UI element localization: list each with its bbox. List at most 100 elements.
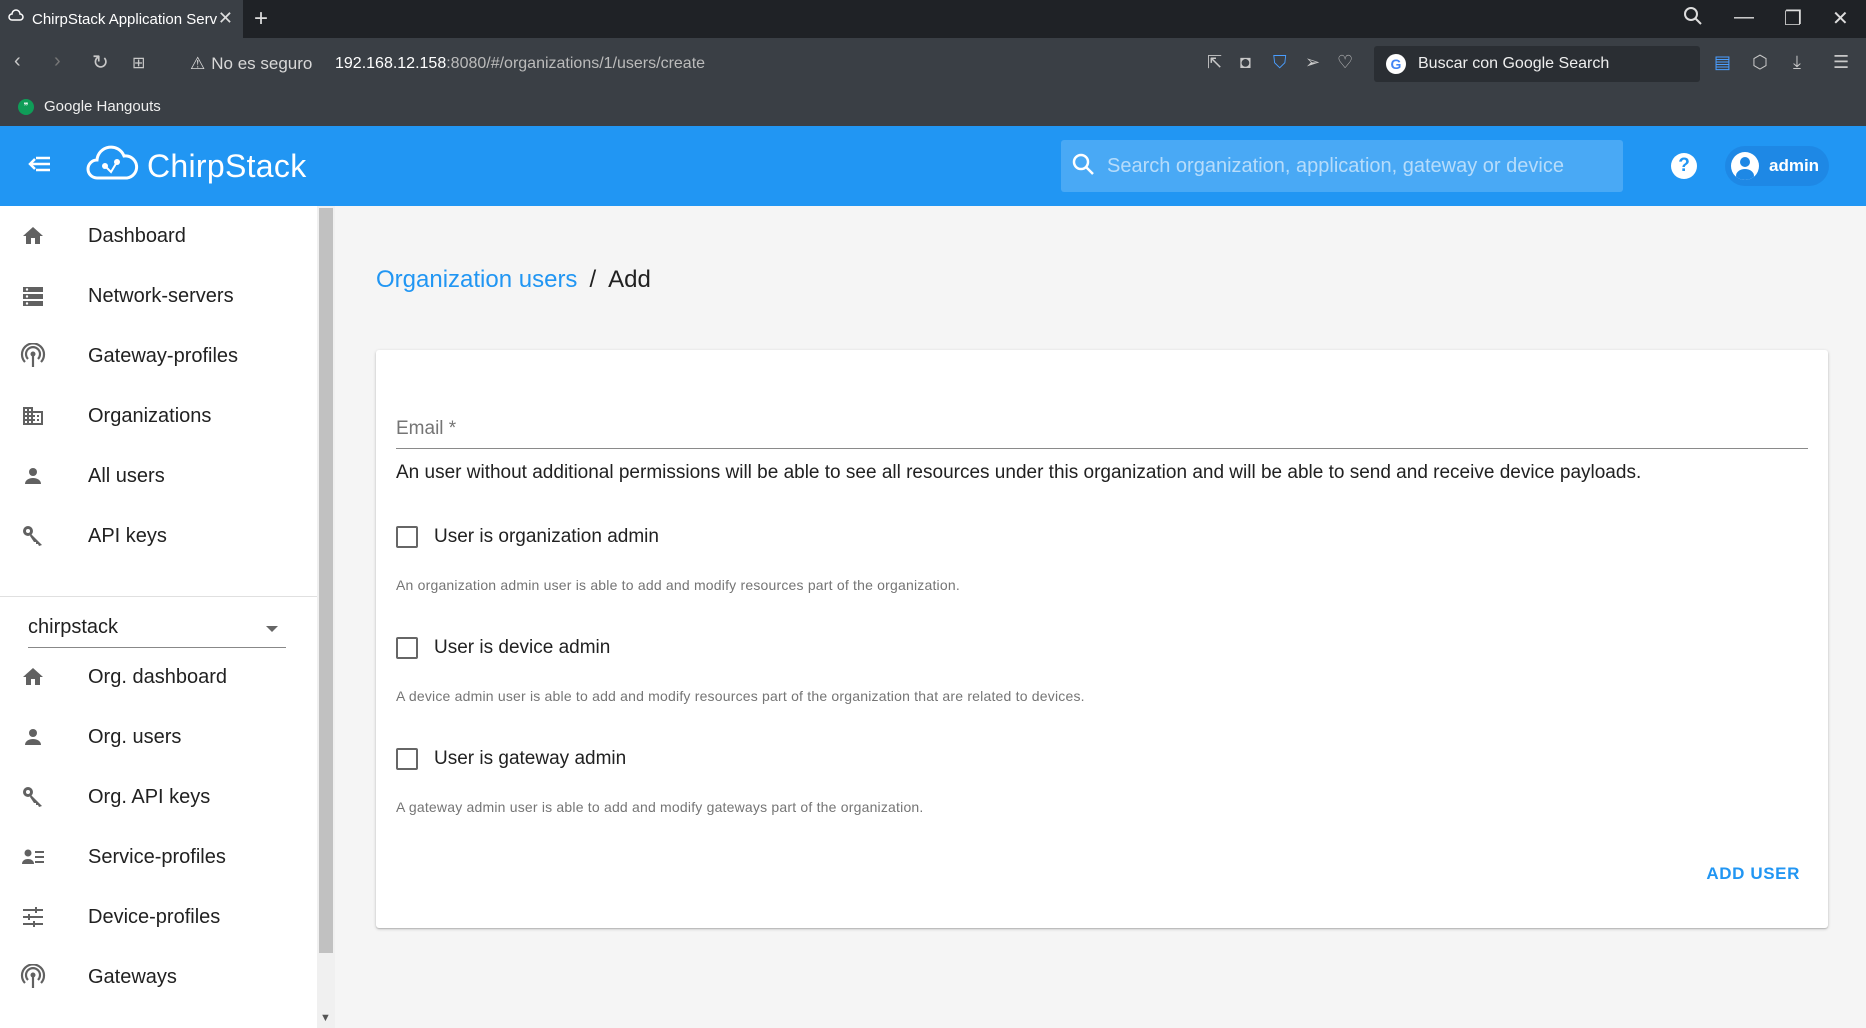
- sidebar-item-label: All users: [88, 464, 165, 487]
- minimize-icon[interactable]: —: [1734, 6, 1754, 29]
- device-admin-checkbox-label: User is device admin: [434, 637, 611, 658]
- browser-search-field[interactable]: G Buscar con Google Search: [1374, 46, 1700, 82]
- download-icon[interactable]: ⤓: [1793, 52, 1801, 73]
- sidebar-item-gateway-profiles[interactable]: Gateway-profiles: [0, 326, 317, 386]
- browser-search-icon[interactable]: [1683, 6, 1703, 32]
- tab-close-icon[interactable]: ✕: [218, 8, 233, 29]
- url-field[interactable]: 192.168.12.158:8080/#/organizations/1/us…: [335, 55, 705, 73]
- shield-icon[interactable]: ⛉: [1273, 52, 1287, 73]
- sidebar-item-api-keys[interactable]: API keys: [0, 506, 317, 566]
- sidebar-item-label: Organizations: [88, 404, 212, 427]
- sidebar-item-network-servers[interactable]: Network-servers: [0, 266, 317, 326]
- organization-select-value: chirpstack: [28, 616, 119, 638]
- domain-icon: [20, 403, 46, 429]
- browser-search-label: Buscar con Google Search: [1418, 55, 1610, 72]
- sidebar-item-org-users[interactable]: Org. users: [0, 707, 317, 767]
- org-admin-checkbox[interactable]: [396, 526, 418, 548]
- user-icon: [20, 724, 46, 750]
- sidebar-item-label: Service-profiles: [88, 845, 226, 868]
- menu-collapse-icon[interactable]: [26, 150, 54, 184]
- breadcrumb-separator: /: [589, 266, 597, 293]
- cloud-logo-icon: [85, 142, 139, 191]
- hangouts-icon: ❞: [18, 98, 34, 115]
- email-field[interactable]: [396, 448, 1808, 449]
- gateway-admin-help-text: A gateway admin user is able to add and …: [396, 799, 924, 815]
- breadcrumb-link-organization-users[interactable]: Organization users: [376, 266, 577, 294]
- send-icon[interactable]: ➢: [1305, 52, 1320, 73]
- restore-icon[interactable]: ❐: [1784, 6, 1802, 31]
- device-admin-checkbox-row[interactable]: User is device admin: [396, 637, 610, 659]
- add-user-button[interactable]: ADD USER: [1706, 864, 1800, 884]
- scroll-down-icon[interactable]: ▼: [320, 1012, 331, 1024]
- back-icon[interactable]: ‹: [14, 50, 21, 73]
- radio-tower-icon: [20, 964, 46, 990]
- sidebar-item-gateways[interactable]: Gateways: [0, 947, 317, 1007]
- sidebar-item-service-profiles[interactable]: Service-profiles: [0, 827, 317, 887]
- sidebar-item-label: Org. API keys: [88, 785, 211, 808]
- chirpstack-logo[interactable]: ChirpStack: [85, 142, 307, 191]
- sidebar-item-organizations[interactable]: Organizations: [0, 386, 317, 446]
- home-icon: [20, 223, 46, 249]
- sidebar-scrollbar-thumb[interactable]: [319, 208, 333, 953]
- permissions-info-text: An user without additional permissions w…: [396, 462, 1642, 483]
- org-admin-checkbox-row[interactable]: User is organization admin: [396, 526, 659, 548]
- url-host: 192.168.12.158: [335, 55, 447, 72]
- email-field-label: Email *: [396, 418, 457, 439]
- sidebar-item-label: Network-servers: [88, 284, 234, 307]
- organization-select[interactable]: chirpstack: [28, 612, 286, 648]
- google-icon: G: [1386, 54, 1406, 74]
- account-circle-icon: [1731, 152, 1759, 180]
- global-search[interactable]: [1061, 140, 1623, 192]
- org-admin-checkbox-label: User is organization admin: [434, 526, 659, 547]
- sidebar-item-dashboard[interactable]: Dashboard: [0, 206, 317, 266]
- security-label: No es seguro: [211, 54, 313, 73]
- close-window-icon[interactable]: ✕: [1832, 6, 1849, 31]
- panel-icon[interactable]: ▤: [1714, 52, 1731, 73]
- sidebar-item-device-profiles[interactable]: Device-profiles: [0, 887, 317, 947]
- new-tab-icon[interactable]: +: [254, 5, 268, 33]
- share-icon[interactable]: ⇱: [1207, 52, 1222, 73]
- sidebar-item-label: Device-profiles: [88, 905, 221, 928]
- device-admin-help-text: A device admin user is able to add and m…: [396, 688, 1085, 704]
- gateway-admin-checkbox-row[interactable]: User is gateway admin: [396, 748, 626, 770]
- cube-icon[interactable]: ⬡: [1752, 52, 1768, 73]
- chirpstack-favicon-icon: [8, 9, 24, 29]
- warning-icon: ⚠: [190, 54, 206, 73]
- breadcrumb-current: Add: [608, 266, 651, 293]
- settings-icon[interactable]: ☰: [1833, 52, 1849, 73]
- chevron-down-icon: [266, 626, 278, 632]
- device-admin-checkbox[interactable]: [396, 637, 418, 659]
- user-menu-button[interactable]: admin: [1725, 146, 1829, 186]
- heart-icon[interactable]: ♡: [1337, 52, 1353, 73]
- bookmark-google-hangouts[interactable]: ❞ Google Hangouts: [18, 98, 161, 115]
- sidebar-item-label: Gateway-profiles: [88, 344, 239, 367]
- sidebar-item-label: Org. dashboard: [88, 665, 227, 688]
- sidebar: Dashboard Network-servers Gateway-profil…: [0, 206, 317, 1028]
- reload-icon[interactable]: ↻: [92, 50, 109, 75]
- key-icon: [20, 784, 46, 810]
- sidebar-divider: [0, 596, 317, 597]
- sidebar-item-all-users[interactable]: All users: [0, 446, 317, 506]
- address-bar: ‹ › ↻ ⊞ ⚠ No es seguro 192.168.12.158:80…: [0, 38, 1866, 90]
- breadcrumb: Organization users / Add: [376, 266, 651, 294]
- sidebar-item-org-api-keys[interactable]: Org. API keys: [0, 767, 317, 827]
- tab-title: ChirpStack Application Server: [32, 10, 217, 28]
- gateway-admin-checkbox[interactable]: [396, 748, 418, 770]
- user-icon: [20, 463, 46, 489]
- logo-text: ChirpStack: [147, 148, 307, 184]
- sidebar-item-org-dashboard[interactable]: Org. dashboard: [0, 647, 317, 707]
- camera-icon[interactable]: ◘: [1240, 52, 1251, 73]
- speed-dial-icon[interactable]: ⊞: [132, 53, 145, 73]
- sidebar-item-label: API keys: [88, 524, 167, 547]
- account-details-icon: [20, 844, 46, 870]
- browser-tab-bar: ChirpStack Application Server ✕ + — ❐ ✕: [0, 0, 1866, 38]
- search-input[interactable]: [1107, 154, 1607, 178]
- forward-icon[interactable]: ›: [54, 50, 61, 73]
- sidebar-item-label: Dashboard: [88, 224, 186, 247]
- url-path: :8080/#/organizations/1/users/create: [446, 55, 706, 72]
- sidebar-item-label: Gateways: [88, 965, 177, 988]
- key-icon: [20, 523, 46, 549]
- browser-tab[interactable]: ChirpStack Application Server ✕: [0, 0, 243, 38]
- help-icon[interactable]: ?: [1671, 153, 1697, 179]
- security-indicator[interactable]: ⚠ No es seguro: [190, 54, 312, 74]
